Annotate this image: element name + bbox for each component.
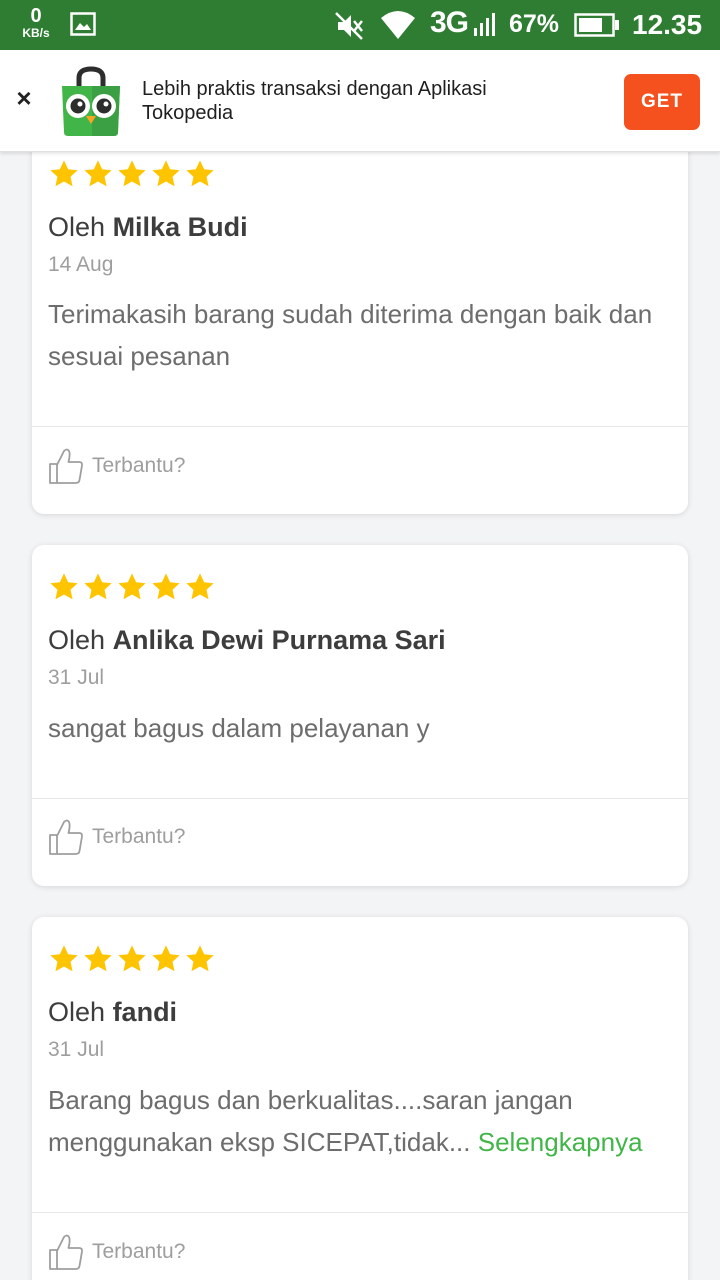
- star-icon: [118, 573, 146, 600]
- network-speed: 0 KB/s: [17, 6, 55, 39]
- star-icon: [152, 160, 180, 187]
- author-prefix: Oleh: [48, 997, 106, 1027]
- network-speed-value: 0: [30, 5, 42, 27]
- star-rating: [48, 158, 216, 190]
- helpful-label: Terbantu?: [92, 454, 186, 477]
- star-icon: [186, 945, 214, 972]
- star-icon: [84, 160, 112, 187]
- author-prefix: Oleh: [48, 625, 106, 655]
- get-app-button[interactable]: GET: [624, 74, 700, 130]
- review-author: Oleh Anlika Dewi Purnama Sari: [48, 625, 446, 656]
- star-icon: [84, 945, 112, 972]
- review-date: 31 Jul: [48, 1038, 105, 1061]
- author-name: Milka Budi: [112, 212, 248, 242]
- clock: 12.35: [632, 9, 703, 40]
- review-author: Oleh fandi: [48, 997, 177, 1028]
- star-icon: [152, 573, 180, 600]
- close-icon[interactable]: ×: [12, 85, 36, 111]
- helpful-button[interactable]: Terbantu?: [48, 447, 185, 485]
- review-date: 31 Jul: [48, 666, 105, 689]
- helpful-label: Terbantu?: [92, 1240, 186, 1263]
- star-icon: [118, 945, 146, 972]
- mute-icon: [335, 12, 363, 40]
- tokopedia-logo: [62, 66, 120, 136]
- review-text-body: sangat bagus dalam pelayanan y: [48, 713, 430, 743]
- network-speed-unit: KB/s: [22, 26, 50, 40]
- gallery-notification-icon: [70, 12, 96, 36]
- star-icon: [118, 160, 146, 187]
- star-icon: [50, 945, 78, 972]
- star-icon: [50, 160, 78, 187]
- thumbs-up-icon: [49, 1234, 83, 1270]
- star-icon: [186, 573, 214, 600]
- read-more-link[interactable]: Selengkapnya: [478, 1127, 643, 1157]
- review-list[interactable]: Oleh Milka Budi 14 Aug Terimakasih baran…: [0, 152, 720, 1280]
- review-text: sangat bagus dalam pelayanan y: [48, 707, 674, 749]
- status-bar: 0 KB/s 3G 67% 12.35: [0, 0, 720, 50]
- star-rating: [48, 943, 216, 975]
- review-card: Oleh Anlika Dewi Purnama Sari 31 Jul san…: [32, 545, 688, 886]
- signal-icon: [474, 13, 495, 36]
- card-divider: [32, 1212, 688, 1213]
- review-card: Oleh fandi 31 Jul Barang bagus dan berku…: [32, 917, 688, 1280]
- card-divider: [32, 798, 688, 799]
- helpful-button[interactable]: Terbantu?: [48, 818, 185, 856]
- helpful-button[interactable]: Terbantu?: [48, 1233, 185, 1271]
- review-text-body: Terimakasih barang sudah diterima dengan…: [48, 299, 653, 371]
- battery-percent: 67%: [509, 10, 560, 38]
- thumbs-up-icon: [49, 448, 83, 484]
- review-text: Barang bagus dan berkualitas....saran ja…: [48, 1079, 674, 1163]
- network-type: 3G: [430, 6, 469, 39]
- helpful-label: Terbantu?: [92, 825, 186, 848]
- review-card: Oleh Milka Budi 14 Aug Terimakasih baran…: [32, 152, 688, 514]
- review-date: 14 Aug: [48, 253, 114, 276]
- thumbs-up-icon: [49, 819, 83, 855]
- author-prefix: Oleh: [48, 212, 106, 242]
- review-text: Terimakasih barang sudah diterima dengan…: [48, 293, 674, 377]
- banner-message: Lebih praktis transaksi dengan Aplikasi …: [142, 78, 487, 124]
- battery-icon: [574, 13, 619, 37]
- card-divider: [32, 426, 688, 427]
- star-icon: [84, 573, 112, 600]
- star-icon: [186, 160, 214, 187]
- app-install-banner: × Lebih praktis transaksi dengan Aplikas…: [0, 50, 720, 152]
- star-rating: [48, 571, 216, 603]
- star-icon: [50, 573, 78, 600]
- star-icon: [152, 945, 180, 972]
- wifi-icon: [381, 11, 415, 39]
- review-author: Oleh Milka Budi: [48, 212, 248, 243]
- author-name: fandi: [112, 997, 178, 1027]
- author-name: Anlika Dewi Purnama Sari: [112, 625, 446, 655]
